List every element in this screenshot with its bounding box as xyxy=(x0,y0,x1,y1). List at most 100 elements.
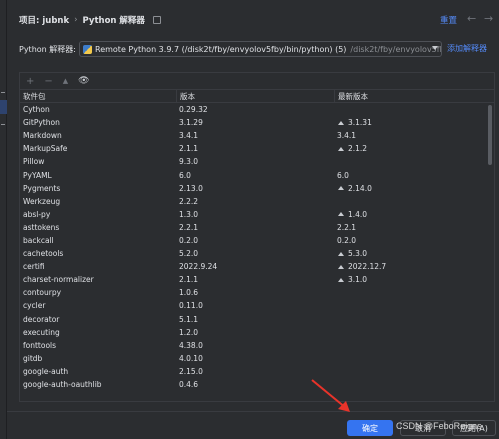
package-version: 2022.9.24 xyxy=(179,262,218,272)
table-row[interactable]: GitPython 3.1.29 3.1.31 xyxy=(20,116,494,129)
add-interpreter-link[interactable]: 添加解释器 xyxy=(447,43,487,54)
package-latest: 3.1.0 xyxy=(334,275,490,284)
package-name: google-auth xyxy=(23,366,69,376)
package-version: 2.2.1 xyxy=(179,222,199,232)
eye-icon[interactable]: 👁 xyxy=(78,76,89,86)
package-name: contourpy xyxy=(23,288,62,298)
table-row[interactable]: cachetools 5.2.0 5.3.0 xyxy=(20,247,494,260)
packages-table-body: Cython 0.29.32 GitPython 3.1.29 3.1.31 Markdo… xyxy=(20,103,494,391)
package-name: asttokens xyxy=(23,222,60,232)
package-name: fonttools xyxy=(23,340,57,350)
package-name: executing xyxy=(23,327,60,337)
upgrade-arrow-icon[interactable] xyxy=(338,251,344,256)
vertical-scrollbar[interactable] xyxy=(488,105,492,165)
package-version: 2.2.2 xyxy=(179,196,199,206)
packages-panel: + − ▲ 👁 软件包 版本 最新版本 Cython 0.29.32 GitPyth… xyxy=(19,72,495,402)
package-name: cachetools xyxy=(23,249,64,259)
upgrade-arrow-icon[interactable] xyxy=(338,146,344,151)
package-name: Cython xyxy=(23,105,50,115)
package-name: Markdown xyxy=(23,131,62,141)
latest-version-text: 2.2.1 xyxy=(337,222,357,232)
table-row[interactable]: MarkupSafe 2.1.1 2.1.2 xyxy=(20,142,494,155)
package-latest: 3.4.1 xyxy=(334,131,490,140)
tree-selection[interactable] xyxy=(0,100,7,114)
table-row[interactable]: absl-py 1.3.0 1.4.0 xyxy=(20,208,494,221)
package-version: 2.15.0 xyxy=(179,366,203,376)
latest-version-text: 2022.12.7 xyxy=(348,262,387,272)
package-name: Pygments xyxy=(23,183,61,193)
package-latest: 3.1.31 xyxy=(334,118,490,127)
table-row[interactable]: gitdb 4.0.10 xyxy=(20,352,494,365)
table-row[interactable]: cycler 0.11.0 xyxy=(20,299,494,312)
upgrade-icon[interactable]: ▲ xyxy=(63,77,68,85)
pin-icon[interactable] xyxy=(152,16,161,24)
package-version: 0.11.0 xyxy=(179,301,203,311)
table-row[interactable]: executing 1.2.0 xyxy=(20,326,494,339)
table-row[interactable]: Cython 0.29.32 xyxy=(20,103,494,116)
package-latest: 6.0 xyxy=(334,171,490,180)
package-name: cycler xyxy=(23,301,46,311)
package-name: gitdb xyxy=(23,353,43,363)
table-row[interactable]: certifi 2022.9.24 2022.12.7 xyxy=(20,260,494,273)
table-row[interactable]: Pillow 9.3.0 xyxy=(20,155,494,168)
table-row[interactable]: asttokens 2.2.1 2.2.1 xyxy=(20,221,494,234)
table-row[interactable]: charset-normalizer 2.1.1 3.1.0 xyxy=(20,273,494,286)
upgrade-arrow-icon[interactable] xyxy=(338,186,344,191)
upgrade-arrow-icon[interactable] xyxy=(338,277,344,282)
package-version: 2.13.0 xyxy=(179,183,203,193)
package-name: Pillow xyxy=(23,157,45,167)
package-name: certifi xyxy=(23,262,45,272)
chevron-down-icon[interactable] xyxy=(432,46,438,50)
package-latest: 5.3.0 xyxy=(334,249,490,258)
reset-link[interactable]: 重置 xyxy=(440,14,457,26)
package-name: MarkupSafe xyxy=(23,144,68,154)
package-version: 2.1.1 xyxy=(179,275,199,285)
back-arrow-icon[interactable]: ← xyxy=(467,12,476,25)
package-name: GitPython xyxy=(23,118,60,128)
package-name: decorator xyxy=(23,314,60,324)
package-version: 4.0.10 xyxy=(179,353,203,363)
upgrade-arrow-icon[interactable] xyxy=(338,120,344,125)
table-row[interactable]: backcall 0.2.0 0.2.0 xyxy=(20,234,494,247)
python-icon xyxy=(83,44,92,54)
latest-version-text: 5.3.0 xyxy=(348,249,368,259)
table-row[interactable]: contourpy 1.0.6 xyxy=(20,286,494,299)
package-latest: 2.2.1 xyxy=(334,223,490,232)
table-row[interactable]: Pygments 2.13.0 2.14.0 xyxy=(20,182,494,195)
upgrade-arrow-icon[interactable] xyxy=(338,264,344,269)
latest-version-text: 3.4.1 xyxy=(337,131,357,141)
add-icon[interactable]: + xyxy=(26,76,34,87)
column-header-latest[interactable]: 最新版本 xyxy=(334,90,490,102)
packages-toolbar: + − ▲ 👁 xyxy=(20,73,494,89)
package-version: 5.2.0 xyxy=(179,249,199,259)
package-version: 4.38.0 xyxy=(179,340,203,350)
table-row[interactable]: decorator 5.1.1 xyxy=(20,313,494,326)
interpreter-row: Python 解释器: Remote Python 3.9.7 (/disk2t… xyxy=(19,41,442,57)
table-row[interactable]: Markdown 3.4.1 3.4.1 xyxy=(20,129,494,142)
package-version: 5.1.1 xyxy=(179,314,199,324)
package-version: 0.29.32 xyxy=(179,105,208,115)
breadcrumb-project[interactable]: 项目: jubnk xyxy=(19,14,69,26)
package-version: 1.3.0 xyxy=(179,209,199,219)
ok-button[interactable]: 确定 xyxy=(347,420,393,436)
package-name: PyYAML xyxy=(23,170,52,180)
watermark: CSDN @FeboReigns xyxy=(396,421,482,431)
package-version: 3.1.29 xyxy=(179,118,203,128)
package-version: 1.0.6 xyxy=(179,288,199,298)
table-row[interactable]: Werkzeug 2.2.2 xyxy=(20,195,494,208)
table-row[interactable]: fonttools 4.38.0 xyxy=(20,339,494,352)
column-header-package[interactable]: 软件包 xyxy=(20,91,176,102)
upgrade-arrow-icon[interactable] xyxy=(338,212,344,217)
latest-version-text: 1.4.0 xyxy=(348,209,368,219)
package-latest: 0.2.0 xyxy=(334,236,490,245)
remove-icon[interactable]: − xyxy=(44,76,52,87)
interpreter-select[interactable]: Remote Python 3.9.7 (/disk2t/fby/envyolo… xyxy=(79,41,442,57)
footer-divider xyxy=(7,411,499,412)
latest-version-text: 3.1.0 xyxy=(348,275,368,285)
package-version: 0.2.0 xyxy=(179,235,199,245)
table-row[interactable]: google-auth-oauthlib 0.4.6 xyxy=(20,378,494,391)
column-header-version[interactable]: 版本 xyxy=(176,90,334,102)
table-row[interactable]: google-auth 2.15.0 xyxy=(20,365,494,378)
forward-arrow-icon[interactable]: → xyxy=(484,12,493,25)
table-row[interactable]: PyYAML 6.0 6.0 xyxy=(20,168,494,181)
